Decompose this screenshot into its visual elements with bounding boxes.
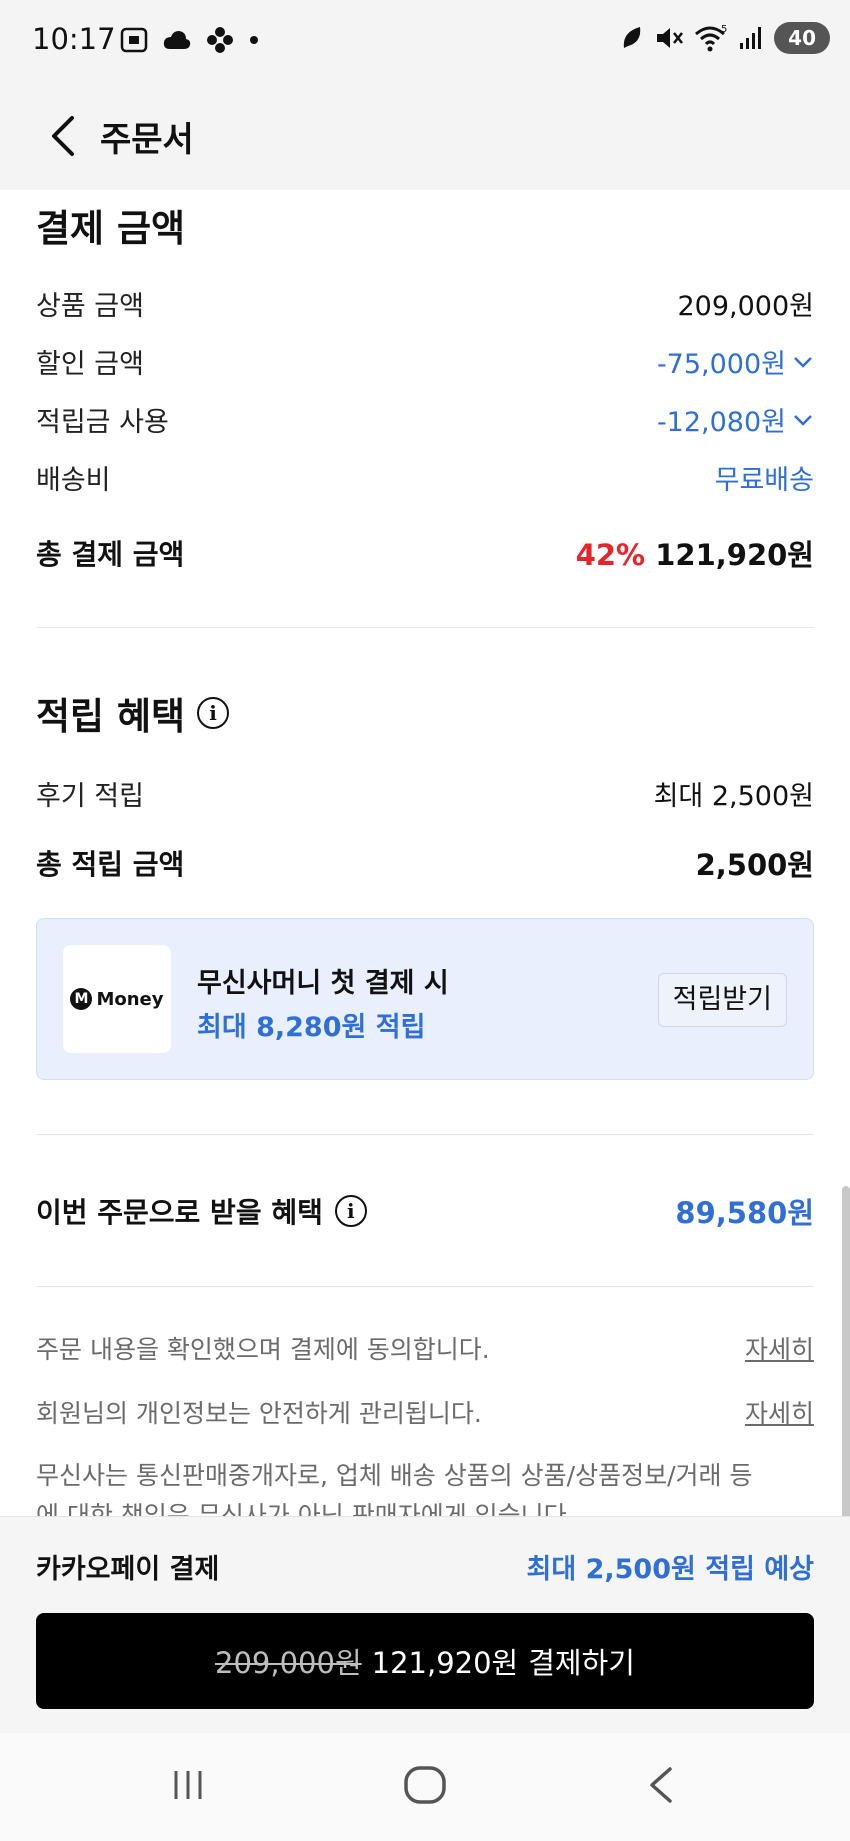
signal-icon bbox=[740, 27, 762, 49]
payment-method-label: 카카오페이 결제 bbox=[36, 1554, 220, 1585]
points-used-label: 적립금 사용 bbox=[36, 407, 169, 438]
divider bbox=[36, 1286, 814, 1287]
total-payment-value-wrap: 42% 121,920원 bbox=[576, 532, 814, 574]
network-label: 5 bbox=[721, 24, 727, 35]
privacy-notice-row: 회원님의 개인정보는 안전하게 관리됩니다. 자세히 bbox=[36, 1394, 814, 1430]
discount-label: 할인 금액 bbox=[36, 349, 144, 380]
final-price: 121,920원 bbox=[371, 1646, 519, 1680]
disclaimer-line1: 무신사는 통신판매중개자로, 업체 배송 상품의 상품/상품정보/거래 등 bbox=[36, 1461, 753, 1490]
info-icon[interactable]: i bbox=[197, 697, 230, 729]
home-icon[interactable] bbox=[402, 1765, 448, 1805]
discount-value-wrap[interactable]: -75,000원 bbox=[657, 342, 814, 381]
earn-points-button[interactable]: 적립받기 bbox=[657, 973, 787, 1027]
total-payment-label: 총 결제 금액 bbox=[36, 538, 185, 571]
product-price-row: 상품 금액 209,000원 bbox=[36, 284, 814, 323]
leaf-icon bbox=[623, 27, 641, 48]
status-right-icons: 5 40 bbox=[620, 22, 830, 54]
chevron-down-icon bbox=[794, 356, 812, 368]
order-benefit-value: 89,580원 bbox=[675, 1196, 814, 1230]
cloud-icon bbox=[163, 31, 191, 49]
flower-icon bbox=[207, 27, 233, 53]
money-promo-line2: 최대 8,280원 적립 bbox=[197, 1012, 426, 1043]
mute-icon bbox=[657, 28, 684, 48]
money-logo-text: Money bbox=[96, 988, 164, 1010]
agreement-notice-text: 주문 내용을 확인했으며 결제에 동의합니다. bbox=[36, 1335, 490, 1364]
pay-button[interactable]: 209,000원 121,920원 결제하기 bbox=[36, 1613, 814, 1709]
reward-title-wrap: 적립 혜택 i bbox=[36, 686, 230, 740]
money-logo: M Money bbox=[63, 945, 171, 1053]
discount-value: -75,000원 bbox=[656, 349, 786, 380]
points-used-row[interactable]: 적립금 사용 -12,080원 bbox=[36, 400, 814, 439]
money-logo-mark: M bbox=[70, 988, 93, 1010]
privacy-notice-text: 회원님의 개인정보는 안전하게 관리됩니다. bbox=[36, 1399, 482, 1428]
order-benefit-row: 이번 주문으로 받을 혜택 i 89,580원 bbox=[36, 1190, 814, 1232]
back-arrow-icon[interactable] bbox=[44, 112, 84, 160]
recent-apps-icon[interactable] bbox=[168, 1765, 208, 1805]
total-payment-value: 121,920원 bbox=[655, 538, 814, 572]
total-reward-row: 총 적립 금액 2,500원 bbox=[36, 842, 814, 884]
system-nav-bar bbox=[0, 1733, 850, 1841]
page-title: 주문서 bbox=[100, 120, 194, 160]
total-payment-row: 총 결제 금액 42% 121,920원 bbox=[36, 532, 814, 574]
screenshot-icon bbox=[120, 27, 148, 53]
wifi-icon: 5 bbox=[695, 24, 728, 52]
product-price-value: 209,000원 bbox=[677, 291, 815, 322]
shipping-label: 배송비 bbox=[36, 465, 111, 496]
order-benefit-label-wrap: 이번 주문으로 받을 혜택 i bbox=[36, 1191, 367, 1231]
discount-row[interactable]: 할인 금액 -75,000원 bbox=[36, 342, 814, 381]
divider bbox=[36, 1134, 814, 1135]
back-nav-icon[interactable] bbox=[646, 1765, 676, 1805]
agreement-notice-row: 주문 내용을 확인했으며 결제에 동의합니다. 자세히 bbox=[36, 1330, 814, 1366]
review-reward-label: 후기 적립 bbox=[36, 781, 144, 812]
order-benefit-label: 이번 주문으로 받을 혜택 bbox=[36, 1196, 323, 1229]
pay-action-label: 결제하기 bbox=[528, 1646, 635, 1680]
divider bbox=[36, 627, 814, 628]
chevron-down-icon bbox=[794, 414, 812, 426]
reward-title: 적립 혜택 bbox=[36, 695, 186, 738]
expected-points-label: 최대 2,500원 적립 예상 bbox=[526, 1554, 814, 1585]
payment-summary-title: 결제 금액 bbox=[36, 207, 186, 250]
status-left-icons bbox=[120, 26, 260, 54]
money-promo-card: M Money 무신사머니 첫 결제 시 최대 8,280원 적립 적립받기 bbox=[36, 918, 814, 1080]
discount-rate-badge: 42% bbox=[575, 538, 646, 572]
points-used-value-wrap[interactable]: -12,080원 bbox=[657, 400, 814, 439]
review-reward-row: 후기 적립 최대 2,500원 bbox=[36, 774, 814, 813]
info-icon[interactable]: i bbox=[334, 1195, 367, 1227]
original-price: 209,000원 bbox=[215, 1646, 362, 1680]
dot-icon bbox=[250, 36, 258, 44]
battery-indicator: 40 bbox=[774, 22, 830, 54]
total-reward-label: 총 적립 금액 bbox=[36, 848, 185, 881]
shipping-value: 무료배송 bbox=[714, 465, 814, 496]
review-reward-value: 최대 2,500원 bbox=[653, 781, 814, 812]
points-used-value: -12,080원 bbox=[656, 407, 786, 438]
money-promo-line1: 무신사머니 첫 결제 시 bbox=[197, 968, 449, 999]
payment-bar: 카카오페이 결제 최대 2,500원 적립 예상 209,000원 121,92… bbox=[0, 1516, 850, 1734]
privacy-details-link[interactable]: 자세히 bbox=[745, 1394, 814, 1430]
status-time: 10:17 bbox=[32, 22, 116, 56]
status-bar: 10:17 5 40 bbox=[0, 0, 850, 82]
total-reward-value: 2,500원 bbox=[695, 848, 814, 882]
shipping-row: 배송비 무료배송 bbox=[36, 458, 814, 497]
agreement-details-link[interactable]: 자세히 bbox=[745, 1330, 814, 1366]
app-header: 주문서 bbox=[0, 82, 850, 190]
product-price-label: 상품 금액 bbox=[36, 291, 144, 322]
